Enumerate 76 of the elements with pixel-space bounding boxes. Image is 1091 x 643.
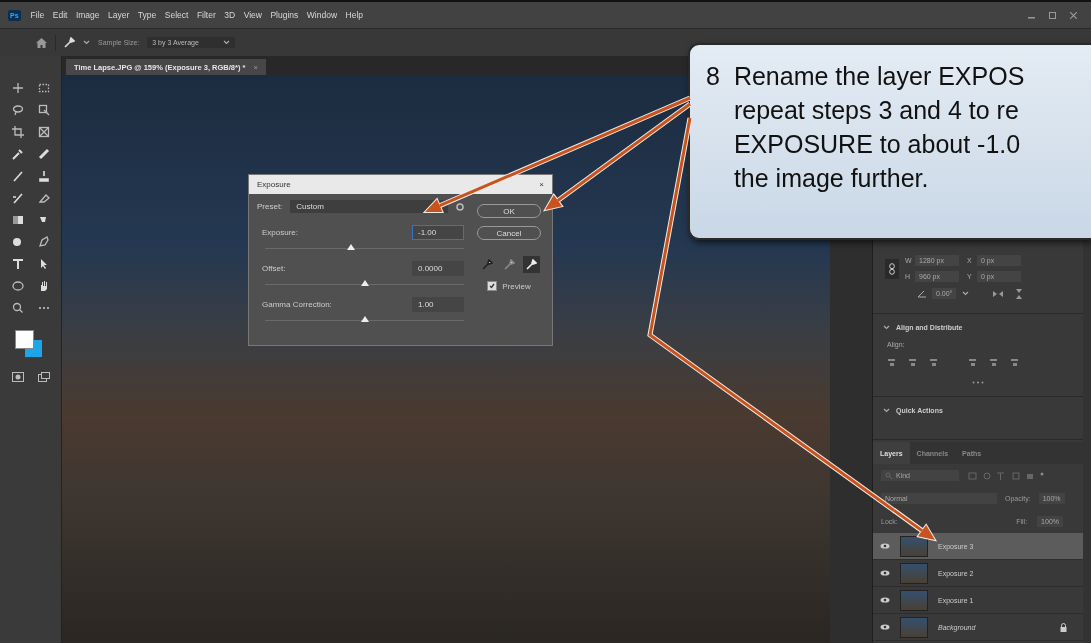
flip-horizontal-icon[interactable]: [993, 289, 1004, 298]
caret-icon: [83, 40, 90, 45]
dialog-close-button[interactable]: ×: [539, 180, 544, 189]
maximize-icon[interactable]: [1049, 11, 1056, 19]
menu-item[interactable]: Window: [306, 10, 338, 20]
caret-icon: [962, 291, 970, 296]
slider-label: Offset:: [262, 264, 286, 273]
menu-item[interactable]: Layer: [108, 10, 130, 20]
dialog-button[interactable]: Cancel: [477, 226, 541, 240]
menu-item[interactable]: File: [30, 10, 45, 20]
more-options-icon[interactable]: [972, 381, 984, 384]
layer-thumbnail: [900, 562, 928, 584]
menu-item[interactable]: Filter: [196, 10, 216, 20]
stamp-tool-icon[interactable]: [37, 170, 50, 182]
eyedropper-tool-icon[interactable]: [11, 148, 24, 160]
screen-mode-icon[interactable]: [37, 372, 50, 382]
menu-item[interactable]: View: [243, 10, 262, 20]
lasso-tool-icon[interactable]: [11, 104, 24, 116]
ellipse-tool-icon[interactable]: [11, 280, 24, 292]
preset-label: Preset:: [257, 202, 283, 211]
value-field[interactable]: 0.0000: [412, 261, 464, 276]
menu-item[interactable]: Help: [345, 10, 364, 20]
object-select-tool-icon[interactable]: [37, 104, 50, 116]
angle-icon: [917, 289, 926, 298]
slider-thumb[interactable]: [346, 244, 355, 250]
eye-icon[interactable]: [880, 569, 890, 576]
value-field[interactable]: -1.00: [412, 225, 464, 240]
eyedropper-icon[interactable]: [64, 37, 75, 48]
slider-label: Exposure:: [262, 228, 299, 237]
search-icon: [885, 472, 892, 479]
home-icon[interactable]: [36, 37, 47, 48]
caret-icon: [223, 40, 231, 45]
value-field[interactable]: 1.00: [412, 297, 464, 312]
flip-vertical-icon[interactable]: [1015, 288, 1024, 299]
layer-thumbnail: [900, 616, 928, 638]
preset-dropdown[interactable]: Custom: [290, 200, 448, 213]
layer-thumbnail: [900, 535, 928, 557]
caret-icon: [883, 408, 890, 413]
menu-item[interactable]: Type: [137, 10, 157, 20]
dialog-title: Exposure: [257, 180, 291, 189]
marquee-tool-icon[interactable]: [37, 82, 50, 94]
close-icon[interactable]: [1070, 11, 1077, 19]
gradient-tool-icon[interactable]: [11, 214, 24, 226]
eye-icon[interactable]: [880, 542, 890, 549]
brush-tool-icon[interactable]: [11, 170, 24, 182]
frame-tool-icon[interactable]: [37, 126, 50, 138]
caret-icon: [883, 325, 890, 330]
eye-icon[interactable]: [880, 596, 890, 603]
pen-tool-icon[interactable]: [37, 236, 50, 248]
lock-icon[interactable]: [1060, 622, 1067, 632]
layer-thumbnail: [900, 589, 928, 611]
menu-item[interactable]: Edit: [52, 10, 68, 20]
preview-label: Preview: [502, 281, 531, 291]
healing-tool-icon[interactable]: [37, 148, 50, 160]
menu-item[interactable]: Plugins: [270, 10, 299, 20]
menu-item[interactable]: Image: [75, 10, 100, 20]
menu-item[interactable]: Select: [164, 10, 189, 20]
eraser-tool-icon[interactable]: [37, 192, 50, 204]
eye-icon[interactable]: [880, 623, 890, 630]
slider-thumb[interactable]: [360, 316, 369, 322]
history-brush-tool-icon[interactable]: [11, 192, 24, 204]
menu-item[interactable]: 3D: [224, 10, 236, 20]
instruction-text: Rename the layer EXPOS repeat steps 3 and 4 to re EXPOSURE to about -1.0 the image further.: [733, 61, 1025, 194]
move-tool-icon[interactable]: [11, 82, 24, 94]
eyedropper-icon[interactable]: [522, 256, 540, 273]
slider-label: Gamma Correction:: [262, 300, 332, 309]
preview-checkbox[interactable]: [487, 281, 498, 291]
type-tool-icon[interactable]: [11, 258, 24, 270]
zoom-tool-icon[interactable]: [11, 302, 24, 314]
step-number: 8: [706, 61, 720, 92]
crop-tool-icon[interactable]: [11, 126, 24, 138]
slider-thumb[interactable]: [360, 280, 369, 286]
dialog-button[interactable]: OK: [477, 204, 541, 218]
quick-mask-icon[interactable]: [11, 372, 24, 382]
link-dimensions-icon[interactable]: [885, 259, 899, 279]
check-icon: [489, 283, 496, 289]
